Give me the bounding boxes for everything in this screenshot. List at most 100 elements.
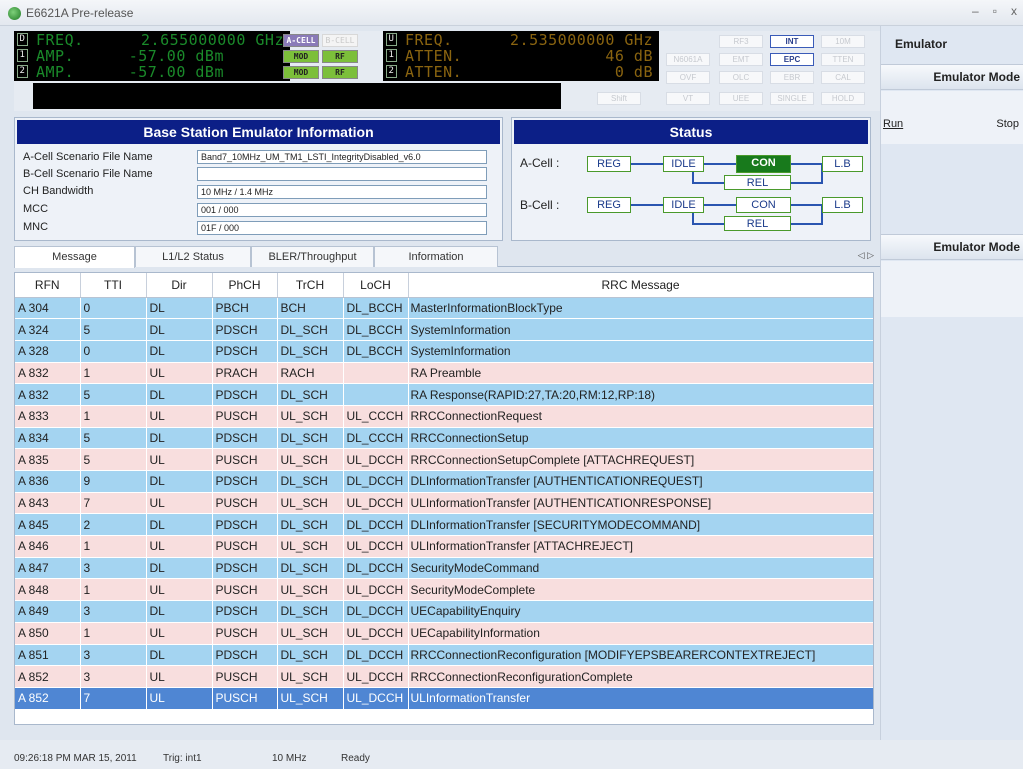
state-connector bbox=[630, 204, 664, 206]
table-row[interactable]: A 836 9 DL PDSCH DL_SCH DL_DCCH DLInformationT… bbox=[15, 470, 873, 493]
message-display bbox=[33, 83, 561, 109]
table-row[interactable]: A 304 0 DL PBCH BCH DL_BCCH MasterInformationB… bbox=[15, 297, 873, 320]
cell-rfn: A 852 bbox=[15, 687, 81, 710]
column-header-phch[interactable]: PhCH bbox=[212, 273, 278, 298]
lcd-indicator: U bbox=[386, 33, 397, 46]
maximize-button[interactable]: ▫ bbox=[993, 4, 997, 18]
table-row[interactable]: A 834 5 DL PDSCH DL_SCH DL_CCCH RRCConnectionS… bbox=[15, 427, 873, 450]
column-header-tti[interactable]: TTI bbox=[80, 273, 147, 298]
table-row[interactable]: A 852 3 UL PUSCH UL_SCH UL_DCCH RRCConnectionR… bbox=[15, 665, 873, 688]
stop-button[interactable]: Stop bbox=[996, 118, 1019, 130]
column-header-dir[interactable]: Dir bbox=[146, 273, 213, 298]
cell-trch: UL_SCH bbox=[277, 665, 344, 688]
lcd-row: 1 AMP. -57.00 dBm bbox=[14, 48, 290, 64]
a-cell-chip[interactable]: A-CELL bbox=[283, 34, 319, 47]
column-header-rfn[interactable]: RFN bbox=[15, 273, 81, 298]
table-row[interactable]: A 852 7 UL PUSCH UL_SCH UL_DCCH ULInformationT… bbox=[15, 687, 873, 710]
table-row[interactable]: A 847 3 DL PDSCH DL_SCH DL_DCCH SecurityModeCo… bbox=[15, 557, 873, 580]
table-row[interactable]: A 328 0 DL PDSCH DL_SCH DL_BCCH SystemInformat… bbox=[15, 340, 873, 363]
tab-scroll-arrows[interactable]: ◁ ▷ bbox=[858, 250, 874, 261]
softkey-shift[interactable]: Shift bbox=[597, 92, 641, 105]
state-connector bbox=[790, 163, 823, 165]
cell-rrc-message: RRCConnectionReconfigurationComplete bbox=[408, 665, 873, 688]
cell-tti: 1 bbox=[80, 405, 147, 428]
softkey-int[interactable]: INT bbox=[770, 35, 814, 48]
cell-tti: 1 bbox=[80, 622, 147, 645]
softkey-rf3[interactable]: RF3 bbox=[719, 35, 763, 48]
softkey-cal[interactable]: CAL bbox=[821, 71, 865, 84]
softkey-single[interactable]: SINGLE bbox=[770, 92, 814, 105]
mod-chip[interactable]: MOD bbox=[283, 66, 319, 79]
cell-phch: PUSCH bbox=[212, 448, 278, 471]
cell-phch: PDSCH bbox=[212, 383, 278, 406]
table-row[interactable]: A 832 1 UL PRACH RACH RA Preamble bbox=[15, 362, 873, 385]
cell-tti: 7 bbox=[80, 492, 147, 515]
cell-loch: DL_DCCH bbox=[343, 470, 409, 493]
column-header-loch[interactable]: LoCH bbox=[343, 273, 409, 298]
info-label: CH Bandwidth bbox=[23, 185, 94, 197]
cell-rfn: A 832 bbox=[15, 362, 81, 385]
a-cell-reg-state: REG bbox=[587, 156, 631, 172]
softkey-emt[interactable]: EMT bbox=[719, 53, 763, 66]
mod-chip[interactable]: MOD bbox=[283, 50, 319, 63]
table-row[interactable]: A 833 1 UL PUSCH UL_SCH UL_CCCH RRCConnectionR… bbox=[15, 405, 873, 428]
table-row[interactable]: A 850 1 UL PUSCH UL_SCH UL_DCCH UECapabilityIn… bbox=[15, 622, 873, 645]
rf-chip[interactable]: RF bbox=[322, 66, 358, 79]
softkey-olc[interactable]: OLC bbox=[719, 71, 763, 84]
cell-tti: 3 bbox=[80, 644, 147, 667]
table-row[interactable]: A 846 1 UL PUSCH UL_SCH UL_DCCH ULInformationT… bbox=[15, 535, 873, 558]
close-button[interactable]: x bbox=[1011, 4, 1017, 18]
table-row[interactable]: A 832 5 DL PDSCH DL_SCH RA Response(RAPID:27,… bbox=[15, 383, 873, 406]
cell-rfn: A 848 bbox=[15, 578, 81, 602]
softkey-10m[interactable]: 10M bbox=[821, 35, 865, 48]
cell-phch: PBCH bbox=[212, 297, 278, 320]
table-row[interactable]: A 849 3 DL PDSCH DL_SCH DL_DCCH UECapabilityEn… bbox=[15, 600, 873, 623]
softkey-ovf[interactable]: OVF bbox=[666, 71, 710, 84]
table-row[interactable]: A 835 5 UL PUSCH UL_SCH UL_DCCH RRCConnectionS… bbox=[15, 448, 873, 471]
column-header-trch[interactable]: TrCH bbox=[277, 273, 344, 298]
cell-phch: PDSCH bbox=[212, 513, 278, 537]
table-row[interactable]: A 845 2 DL PDSCH DL_SCH DL_DCCH DLInformationT… bbox=[15, 513, 873, 537]
b-cell-chip[interactable]: B-CELL bbox=[322, 34, 358, 47]
minimize-button[interactable]: – bbox=[972, 4, 979, 18]
softkey-n6061a[interactable]: N6061A bbox=[666, 53, 710, 66]
softkey-ebr[interactable]: EBR bbox=[770, 71, 814, 84]
tab-information[interactable]: Information bbox=[374, 246, 498, 267]
run-button[interactable]: Run bbox=[883, 118, 903, 130]
tab-l1-l2-status[interactable]: L1/L2 Status bbox=[135, 246, 251, 267]
tab-bler-throughput[interactable]: BLER/Throughput bbox=[251, 246, 374, 267]
cell-tti: 5 bbox=[80, 427, 147, 450]
softkey-hold[interactable]: HOLD bbox=[821, 92, 865, 105]
cell-rfn: A 324 bbox=[15, 318, 81, 341]
cell-trch: UL_SCH bbox=[277, 448, 344, 471]
cell-rrc-message: ULInformationTransfer [ATTACHREJECT] bbox=[408, 535, 873, 558]
tab-message[interactable]: Message bbox=[14, 246, 135, 268]
lcd-label: AMP. bbox=[36, 47, 75, 65]
cell-rrc-message: SystemInformation bbox=[408, 340, 873, 363]
table-row[interactable]: A 851 3 DL PDSCH DL_SCH DL_DCCH RRCConnectionR… bbox=[15, 644, 873, 667]
cell-loch: DL_DCCH bbox=[343, 600, 409, 623]
cell-rrc-message: MasterInformationBlockType bbox=[408, 297, 873, 320]
cell-rfn: A 833 bbox=[15, 405, 81, 428]
softkey-uee[interactable]: UEE bbox=[719, 92, 763, 105]
cell-phch: PDSCH bbox=[212, 340, 278, 363]
cell-dir: UL bbox=[146, 535, 213, 558]
table-row[interactable]: A 848 1 UL PUSCH UL_SCH UL_DCCH SecurityModeCo… bbox=[15, 578, 873, 602]
rf-chip[interactable]: RF bbox=[322, 50, 358, 63]
table-row[interactable]: A 843 7 UL PUSCH UL_SCH UL_DCCH ULInformationT… bbox=[15, 492, 873, 515]
softkey-tten[interactable]: TTEN bbox=[821, 53, 865, 66]
cell-dir: DL bbox=[146, 513, 213, 537]
cell-trch: BCH bbox=[277, 297, 344, 320]
cell-tti: 1 bbox=[80, 362, 147, 385]
message-table: RFN TTI Dir PhCH TrCH LoCH RRC Message A… bbox=[14, 272, 874, 725]
cell-dir: DL bbox=[146, 427, 213, 450]
column-header-rrc-message[interactable]: RRC Message bbox=[408, 273, 873, 298]
cell-rrc-message: ULInformationTransfer bbox=[408, 687, 873, 710]
softkey-vt[interactable]: VT bbox=[666, 92, 710, 105]
table-row[interactable]: A 324 5 DL PDSCH DL_SCH DL_BCCH SystemInformat… bbox=[15, 318, 873, 341]
table-header-row: RFN TTI Dir PhCH TrCH LoCH RRC Message bbox=[15, 273, 873, 298]
cell-rrc-message: UECapabilityInformation bbox=[408, 622, 873, 645]
cell-rfn: A 847 bbox=[15, 557, 81, 580]
softkey-epc[interactable]: EPC bbox=[770, 53, 814, 66]
cell-rrc-message: SecurityModeComplete bbox=[408, 578, 873, 602]
